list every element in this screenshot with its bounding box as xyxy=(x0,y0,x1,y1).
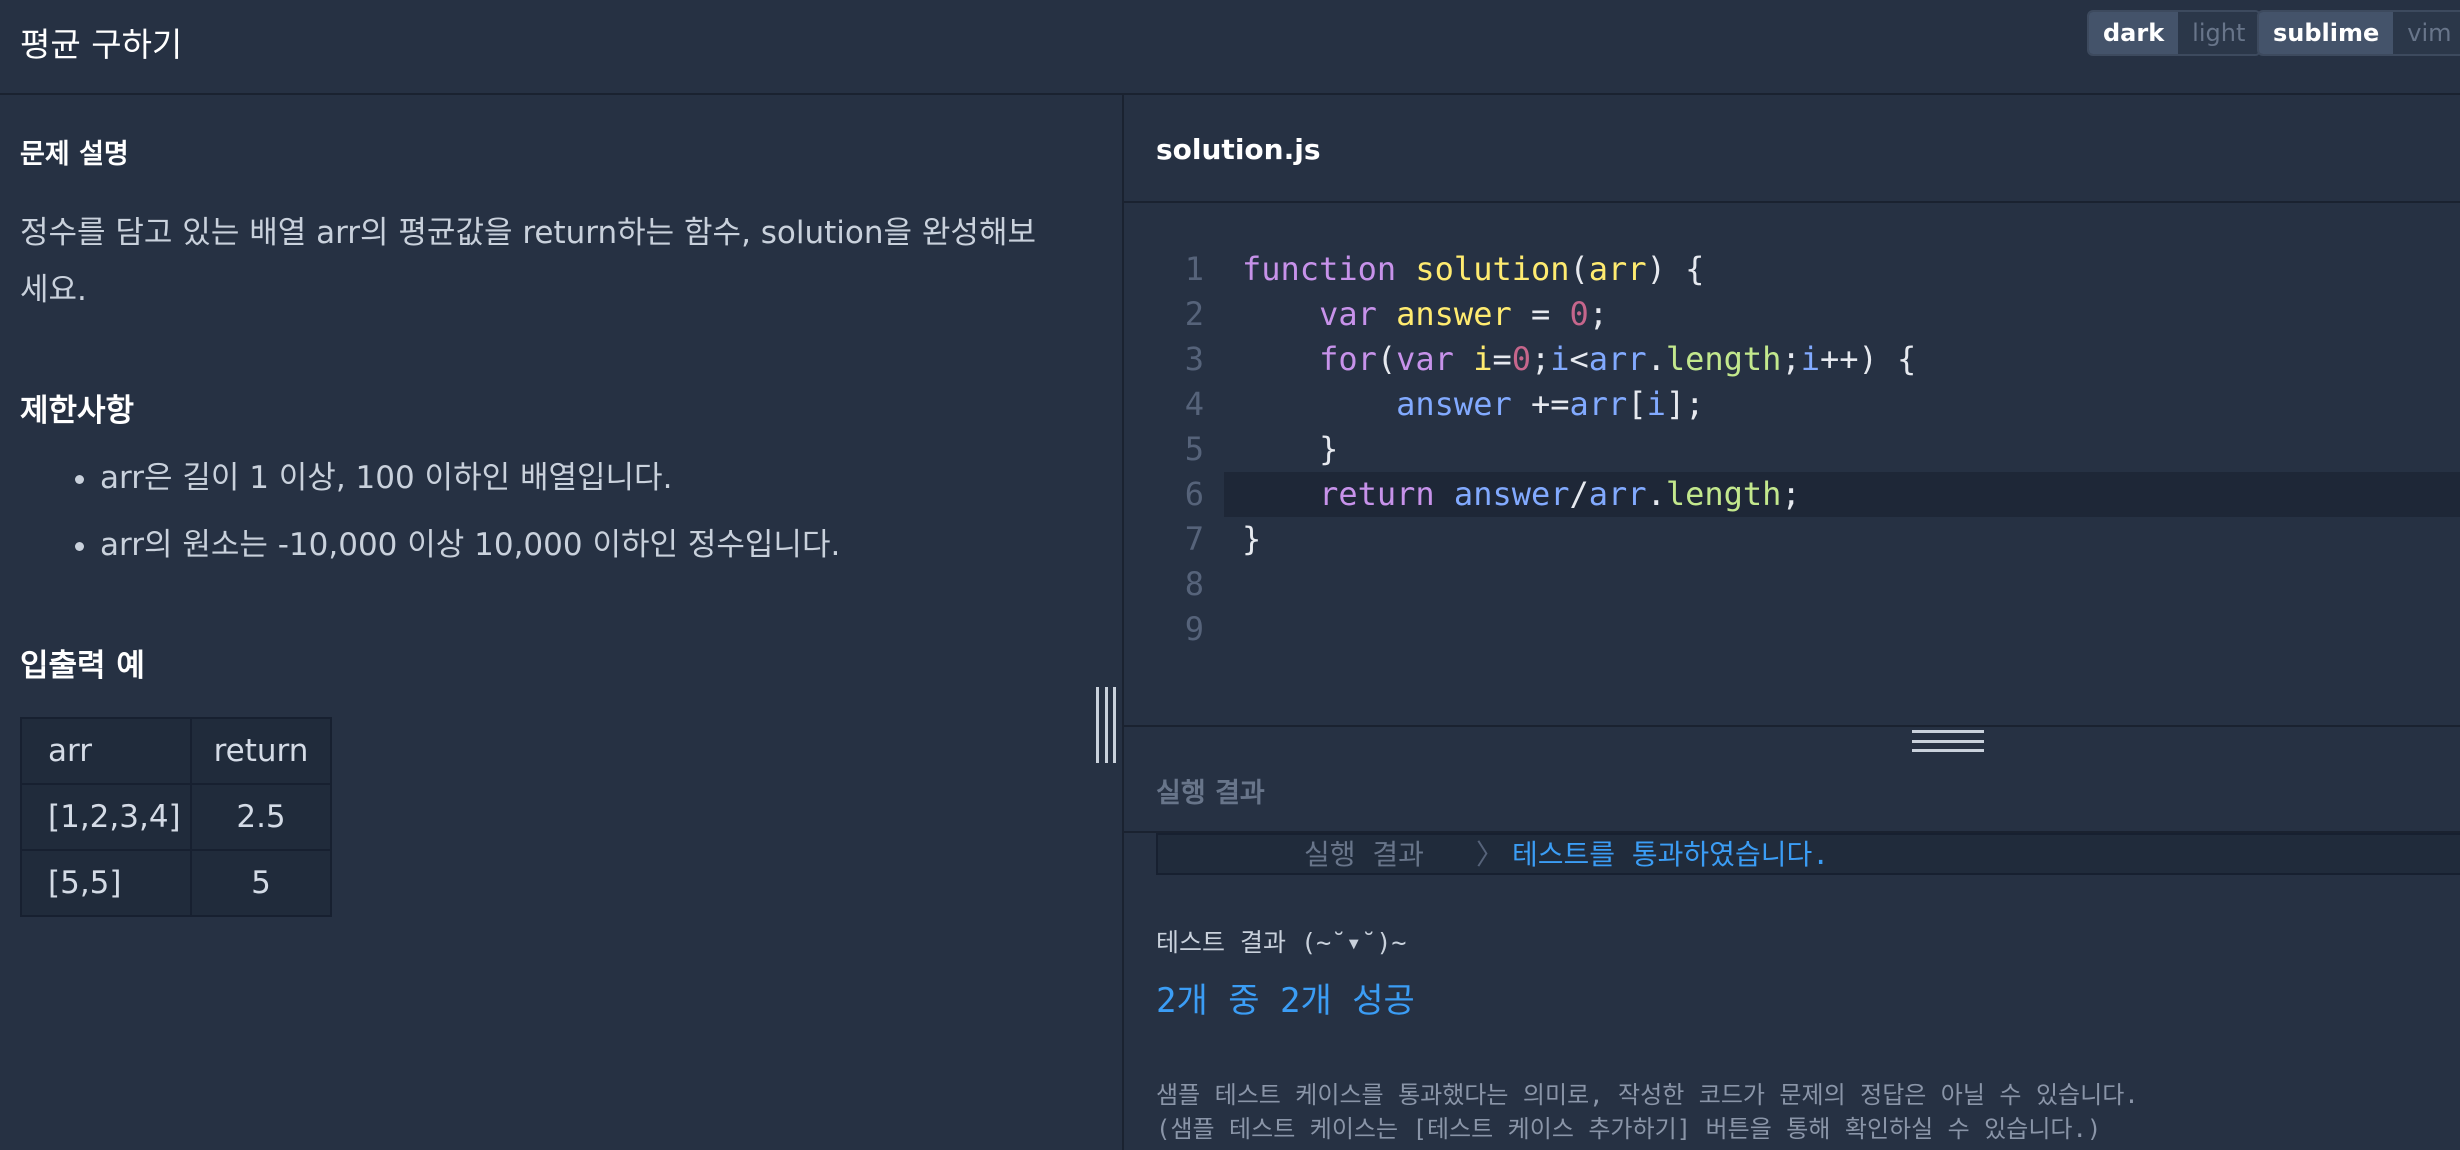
code-text: } xyxy=(1242,520,1262,558)
io-example-heading: 입출력 예 xyxy=(20,648,145,684)
result-status-label: 실행 결과 xyxy=(1304,838,1424,871)
result-header: 실행 결과 xyxy=(1124,725,2460,833)
table-cell-return: 2.5 xyxy=(190,783,332,851)
code-text: answer +=arr[i]; xyxy=(1396,385,1705,423)
code-line[interactable]: 4 answer +=arr[i]; xyxy=(1124,382,2460,427)
result-status-strip: 실행 결과 〉 테스트를 통과하였습니다. xyxy=(1156,833,2460,875)
result-note: 샘플 테스트 케이스를 통과했다는 의미로, 작성한 코드가 문제의 정답은 아… xyxy=(1156,1081,2139,1109)
code-line[interactable]: 8 xyxy=(1124,562,2460,607)
code-text: return answer/arr.length; xyxy=(1319,475,1801,513)
code-text: for(var i=0;i<arr.length;i++) { xyxy=(1319,340,1917,378)
line-number: 5 xyxy=(1184,430,1204,468)
limit-item: arr의 원소는 -10,000 이상 10,000 이하인 정수입니다. xyxy=(100,517,840,584)
description-line: 세요. xyxy=(20,272,87,308)
theme-light-option[interactable]: light xyxy=(2178,12,2260,54)
file-name-tab[interactable]: solution.js xyxy=(1156,133,1321,166)
editor-panel: solution.js 1 function solution(arr) { 2… xyxy=(1122,95,2460,1150)
io-example-table: arr return [1,2,3,4] 2.5 [5,5] 5 xyxy=(20,717,332,917)
theme-dark-option[interactable]: dark xyxy=(2089,12,2179,54)
grip-line xyxy=(1113,687,1116,763)
horizontal-resize-handle[interactable] xyxy=(1912,730,1984,752)
test-result-title: 테스트 결과 (~˘▾˘)~ xyxy=(1156,928,1407,957)
table-row: [5,5] 5 xyxy=(20,849,332,917)
problem-panel: 문제 설명 정수를 담고 있는 배열 arr의 평균값을 return하는 함수… xyxy=(0,95,1122,1150)
code-text: var answer = 0; xyxy=(1319,295,1609,333)
code-line-active[interactable]: 6 return answer/arr.length; xyxy=(1185,472,2460,517)
chevron-right-icon: 〉 xyxy=(1476,838,1505,871)
editor-sublime-option[interactable]: sublime xyxy=(2259,12,2394,54)
line-number: 6 xyxy=(1184,475,1204,513)
line-number: 4 xyxy=(1184,385,1204,423)
limit-item: arr은 길이 1 이상, 100 이하인 배열입니다. xyxy=(100,450,840,517)
code-line[interactable]: 3 for(var i=0;i<arr.length;i++) { xyxy=(1124,337,2460,382)
table-cell-arr: [1,2,3,4] xyxy=(20,783,192,851)
code-text: function solution(arr) { xyxy=(1242,250,1705,288)
code-line[interactable]: 1 function solution(arr) { xyxy=(1124,247,2460,292)
limits-list: arr은 길이 1 이상, 100 이하인 배열입니다. arr의 원소는 -1… xyxy=(50,450,840,584)
table-header-arr: arr xyxy=(20,717,192,785)
line-number: 8 xyxy=(1184,565,1204,603)
grip-line xyxy=(1912,749,1984,752)
editor-vim-option[interactable]: vim xyxy=(2393,12,2460,54)
grip-line xyxy=(1912,730,1984,733)
line-number: 7 xyxy=(1184,520,1204,558)
code-line[interactable]: 2 var answer = 0; xyxy=(1124,292,2460,337)
code-line[interactable]: 7 } xyxy=(1124,517,2460,562)
line-number: 2 xyxy=(1184,295,1204,333)
table-cell-return: 5 xyxy=(190,849,332,917)
grip-line xyxy=(1104,687,1108,763)
table-header-row: arr return xyxy=(20,717,332,785)
table-header-return: return xyxy=(190,717,332,785)
line-number: 3 xyxy=(1184,340,1204,378)
file-tab-bar: solution.js xyxy=(1124,95,2460,203)
line-number: 9 xyxy=(1184,610,1204,648)
result-output: 실행 결과 〉 테스트를 통과하였습니다. 테스트 결과 (~˘▾˘)~ 2개 … xyxy=(1124,833,2460,1150)
limits-heading: 제한사항 xyxy=(20,393,135,429)
grip-line xyxy=(1096,687,1099,763)
problem-description: 정수를 담고 있는 배열 arr의 평균값을 return하는 함수, solu… xyxy=(20,205,1060,319)
test-result-score: 2개 중 2개 성공 xyxy=(1156,981,1415,1021)
description-line: 정수를 담고 있는 배열 arr의 평균값을 return하는 함수, solu… xyxy=(20,215,1036,251)
editor-mode-toggle: sublime vim e xyxy=(2257,10,2460,56)
result-note: (샘플 테스트 케이스는 [테스트 케이스 추가하기] 버튼을 통해 확인하실 … xyxy=(1156,1115,2102,1143)
code-line[interactable]: 9 xyxy=(1124,607,2460,652)
table-cell-arr: [5,5] xyxy=(20,849,192,917)
header-bar: 평균 구하기 dark light sublime vim e xyxy=(0,0,2460,95)
grip-line xyxy=(1912,739,1984,743)
description-heading: 문제 설명 xyxy=(20,139,129,170)
table-row: [1,2,3,4] 2.5 xyxy=(20,783,332,851)
vertical-resize-handle[interactable] xyxy=(1096,687,1116,763)
theme-toggle: dark light xyxy=(2087,10,2262,56)
code-text: } xyxy=(1242,430,1339,468)
line-number: 1 xyxy=(1184,250,1204,288)
result-status-message: 테스트를 통과하였습니다. xyxy=(1512,838,1830,871)
code-line[interactable]: 5 } xyxy=(1124,427,2460,472)
result-title: 실행 결과 xyxy=(1156,778,1265,809)
page-title: 평균 구하기 xyxy=(20,25,183,64)
